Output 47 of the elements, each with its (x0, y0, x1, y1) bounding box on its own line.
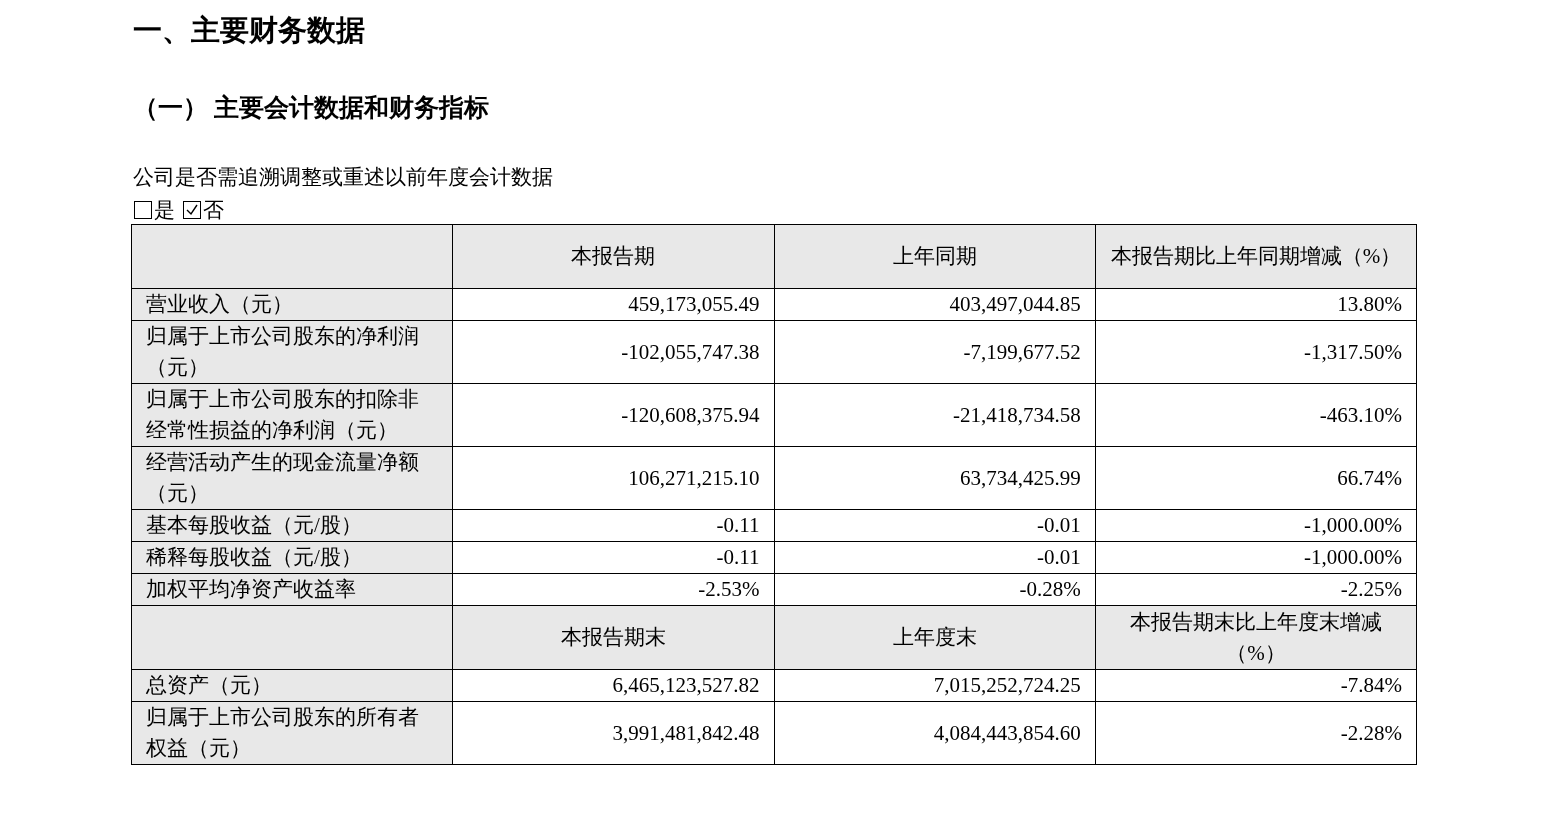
subsection-heading: （一） 主要会计数据和财务指标 (133, 93, 491, 123)
row-label: 稀释每股收益（元/股） (131, 541, 453, 574)
column-header: 本报告期比上年同期增减（%） (1095, 224, 1417, 289)
option-label: 否 (203, 197, 224, 224)
table-cell: 106,271,215.10 (452, 446, 774, 510)
table-cell: 3,991,481,842.48 (452, 701, 774, 765)
table-cell: 6,465,123,527.82 (452, 669, 774, 702)
section-heading: 一、主要财务数据 (133, 13, 366, 48)
column-header: 本报告期末 (452, 605, 774, 670)
column-header: 上年度末 (774, 605, 1096, 670)
table-cell: -7.84% (1095, 669, 1417, 702)
table-cell: 4,084,443,854.60 (774, 701, 1096, 765)
table-cell: 63,734,425.99 (774, 446, 1096, 510)
table-cell: -1,317.50% (1095, 320, 1417, 384)
table-cell: -0.28% (774, 573, 1096, 606)
question-text: 公司是否需追溯调整或重述以前年度会计数据 (133, 164, 554, 191)
table-cell: -21,418,734.58 (774, 383, 1096, 447)
table-cell: 7,015,252,724.25 (774, 669, 1096, 702)
table-cell: -0.01 (774, 541, 1096, 574)
table-cell: -1,000.00% (1095, 541, 1417, 574)
table-cell: 13.80% (1095, 288, 1417, 321)
table-cell: -0.11 (452, 509, 774, 542)
table-cell: -2.25% (1095, 573, 1417, 606)
table-cell: 66.74% (1095, 446, 1417, 510)
row-label: 归属于上市公司股东的所有者权益（元） (131, 701, 453, 765)
row-label: 归属于上市公司股东的净利润（元） (131, 320, 453, 384)
table-cell: 459,173,055.49 (452, 288, 774, 321)
table-cell: -0.01 (774, 509, 1096, 542)
table-cell: -2.28% (1095, 701, 1417, 765)
table-cell: -0.11 (452, 541, 774, 574)
table-cell: 403,497,044.85 (774, 288, 1096, 321)
column-header: 本报告期末比上年度末增减（%） (1095, 605, 1417, 670)
row-label: 加权平均净资产收益率 (131, 573, 453, 606)
row-label: 总资产（元） (131, 669, 453, 702)
table-cell: -120,608,375.94 (452, 383, 774, 447)
table-cell: -2.53% (452, 573, 774, 606)
row-label: 经营活动产生的现金流量净额（元） (131, 446, 453, 510)
row-label: 归属于上市公司股东的扣除非经常性损益的净利润（元） (131, 383, 453, 447)
table-cell: -7,199,677.52 (774, 320, 1096, 384)
table-cell: -463.10% (1095, 383, 1417, 447)
column-header: 本报告期 (452, 224, 774, 289)
row-label: 营业收入（元） (131, 288, 453, 321)
row-label: 基本每股收益（元/股） (131, 509, 453, 542)
table-cell: -102,055,747.38 (452, 320, 774, 384)
column-header: 上年同期 (774, 224, 1096, 289)
option-label: 是 (154, 197, 175, 224)
table-cell: -1,000.00% (1095, 509, 1417, 542)
